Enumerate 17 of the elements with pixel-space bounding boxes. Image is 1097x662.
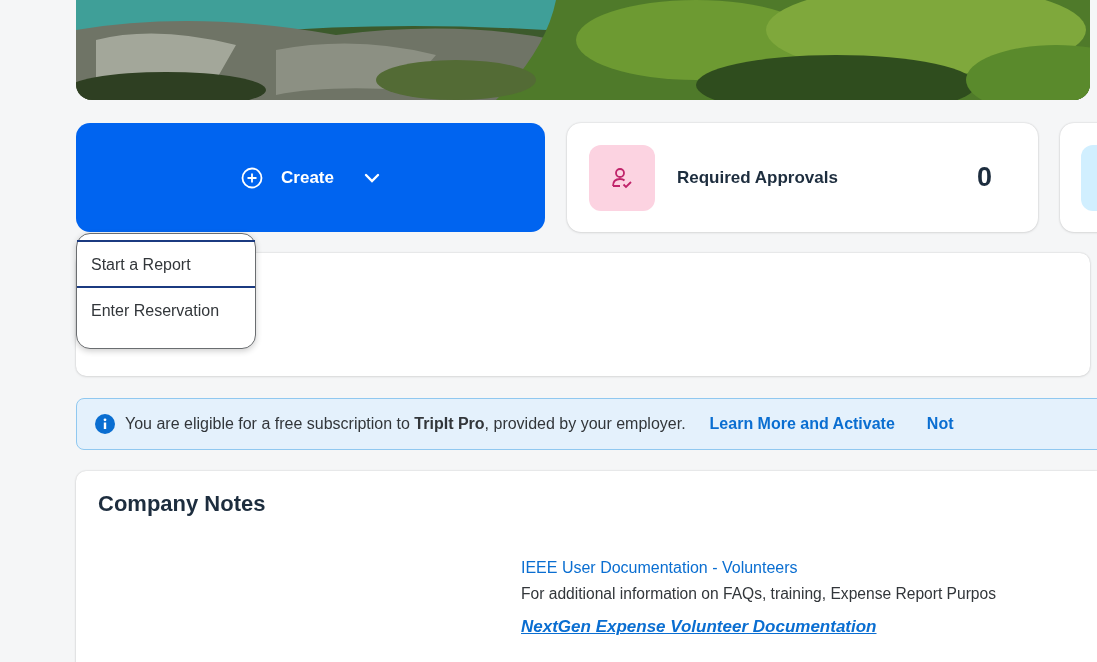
plus-circle-icon <box>241 166 264 189</box>
chevron-down-icon <box>363 172 380 183</box>
approvals-card[interactable]: Required Approvals 0 <box>567 123 1038 232</box>
banner-message: You are eligible for a free subscription to TripIt Pro, provided by your employer. <box>125 415 686 433</box>
create-button[interactable]: Create <box>76 123 545 232</box>
banner-link[interactable]: Not <box>926 415 954 433</box>
banner-link[interactable]: Learn More and Activate <box>709 415 895 433</box>
info-icon <box>95 414 115 434</box>
note-link[interactable]: IEEE User Documentation - Volunteers <box>521 559 798 577</box>
menu-item[interactable]: Start a Report <box>77 240 255 286</box>
tile-label: Required Approvals <box>677 167 839 188</box>
tile-count: 0 <box>976 162 992 193</box>
menu-item[interactable]: Enter Reservation <box>77 286 255 332</box>
note-text: For additional information on FAQs, training, Expense Report Purpos <box>521 585 997 603</box>
user-check-icon <box>610 165 634 190</box>
section-title: Company Notes <box>98 491 267 517</box>
document-link[interactable]: NextGen Expense Volunteer Documentation <box>521 617 877 637</box>
